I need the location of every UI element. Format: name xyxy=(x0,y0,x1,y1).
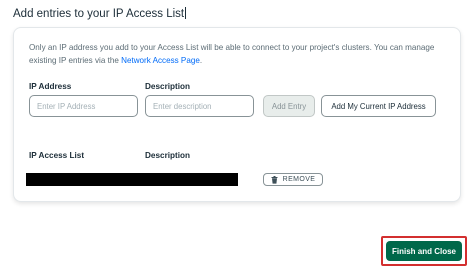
text-cursor xyxy=(185,7,187,19)
add-current-ip-button[interactable]: Add My Current IP Address xyxy=(321,95,436,117)
intro-text: Only an IP address you add to your Acces… xyxy=(29,41,454,67)
ip-address-input[interactable] xyxy=(29,95,138,117)
intro-end: . xyxy=(199,56,203,65)
add-entry-button[interactable]: Add Entry xyxy=(263,95,315,117)
redacted-ip-entry xyxy=(26,173,238,186)
finish-highlight: Finish and Close xyxy=(381,236,467,266)
remove-button[interactable]: REMOVE xyxy=(263,173,323,186)
ip-address-label: IP Address xyxy=(29,82,72,91)
finish-and-close-button[interactable]: Finish and Close xyxy=(386,241,462,261)
trash-icon xyxy=(271,175,278,184)
dialog-title-text: Add entries to your IP Access List xyxy=(13,8,185,20)
description-input[interactable] xyxy=(145,95,254,117)
description-label: Description xyxy=(145,82,191,91)
dialog-title: Add entries to your IP Access List xyxy=(13,7,187,20)
list-description-header: Description xyxy=(145,151,191,160)
access-list-card: Only an IP address you add to your Acces… xyxy=(13,27,461,202)
ip-access-dialog: Add entries to your IP Access List Only … xyxy=(0,0,474,271)
intro-body: Only an IP address you add to your Acces… xyxy=(29,43,435,65)
remove-label: REMOVE xyxy=(282,176,316,183)
network-access-link[interactable]: Network Access Page xyxy=(121,56,200,65)
ip-access-list-header: IP Access List xyxy=(29,151,85,160)
